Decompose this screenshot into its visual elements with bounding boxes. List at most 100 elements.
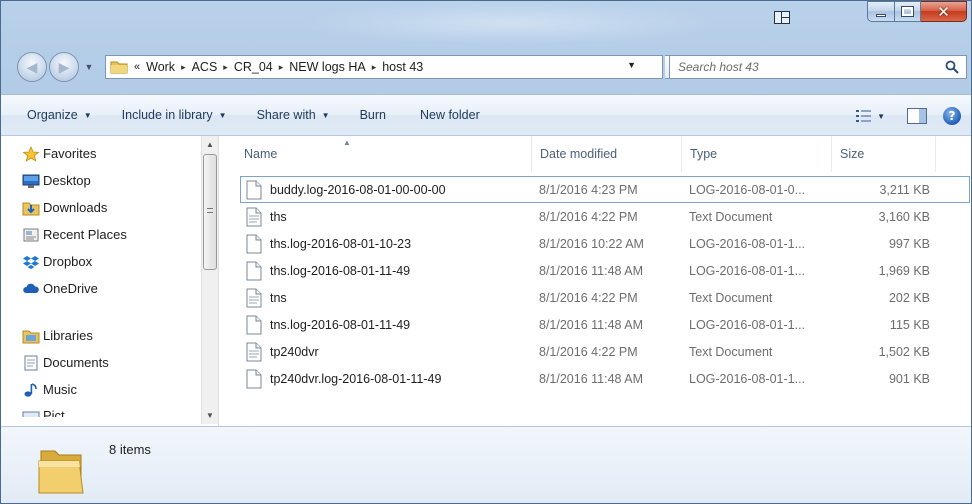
breadcrumb-separator-icon[interactable]: ▸: [279, 62, 284, 73]
nav-item-dropbox[interactable]: Dropbox: [1, 248, 201, 275]
breadcrumb-separator-icon[interactable]: ▸: [181, 62, 186, 73]
file-icon: [246, 261, 262, 280]
file-name: tp240dvr: [270, 344, 319, 359]
file-date: 8/1/2016 11:48 AM: [539, 317, 644, 332]
downloads-folder-icon: [22, 202, 40, 216]
file-date: 8/1/2016 4:22 PM: [539, 344, 638, 359]
table-row[interactable]: ths.log-2016-08-01-11-49 8/1/2016 11:48 …: [240, 257, 970, 284]
forward-button[interactable]: ▶: [49, 52, 79, 82]
minimize-button[interactable]: [867, 1, 895, 22]
view-dropdown-icon[interactable]: ▼: [877, 112, 885, 121]
file-name: tns: [270, 290, 287, 305]
chevron-down-icon: ▼: [218, 110, 227, 120]
file-name: ths.log-2016-08-01-11-49: [270, 263, 411, 278]
minimize-icon: [876, 13, 886, 17]
breadcrumb-item-cr04[interactable]: CR_04: [234, 60, 273, 74]
table-row[interactable]: buddy.log-2016-08-01-00-00-00 8/1/2016 4…: [240, 176, 970, 203]
documents-icon: [24, 355, 38, 371]
scrollbar-thumb[interactable]: [203, 154, 217, 270]
table-row[interactable]: tp240dvr 8/1/2016 4:22 PM Text Document …: [240, 338, 970, 365]
burn-label: Burn: [359, 108, 386, 122]
file-date: 8/1/2016 10:22 AM: [539, 236, 644, 251]
nav-item-recent-places[interactable]: Recent Places: [1, 221, 201, 248]
nav-item-downloads[interactable]: Downloads: [1, 194, 201, 221]
burn-button[interactable]: Burn: [352, 101, 394, 129]
breadcrumb: « Work ▸ ACS ▸ CR_04 ▸ NEW logs HA ▸ hos…: [134, 60, 423, 74]
music-note-icon: [24, 383, 37, 397]
text-document-icon: [246, 207, 262, 226]
desktop-icon: [22, 174, 40, 188]
recent-pages-dropdown[interactable]: ▼: [83, 61, 95, 73]
column-header-size[interactable]: Size: [832, 136, 936, 172]
breadcrumb-item-acs[interactable]: ACS: [192, 60, 218, 74]
close-button[interactable]: ✕: [921, 1, 967, 22]
navigation-tree: Favorites Desktop Downloads Recent Place…: [1, 140, 201, 417]
file-size: 115 KB: [889, 317, 930, 332]
nav-label: Downloads: [43, 200, 108, 215]
include-in-library-button[interactable]: Include in library ▼: [114, 101, 235, 129]
file-name: ths: [270, 209, 287, 224]
column-label: Date modified: [540, 147, 618, 161]
column-header-date-modified[interactable]: Date modified: [532, 136, 682, 172]
table-row[interactable]: ths 8/1/2016 4:22 PM Text Document 3,160…: [240, 203, 970, 230]
preview-pane-icon[interactable]: [907, 108, 927, 124]
breadcrumb-item-work[interactable]: Work: [146, 60, 175, 74]
file-type: LOG-2016-08-01-0...: [689, 182, 806, 197]
file-rows: buddy.log-2016-08-01-00-00-00 8/1/2016 4…: [240, 176, 970, 392]
file-type: LOG-2016-08-01-1...: [689, 371, 806, 386]
breadcrumb-separator-icon[interactable]: ▸: [223, 62, 228, 73]
nav-item-desktop[interactable]: Desktop: [1, 167, 201, 194]
table-row[interactable]: tp240dvr.log-2016-08-01-11-49 8/1/2016 1…: [240, 365, 970, 392]
nav-item-documents[interactable]: Documents: [1, 349, 201, 376]
search-icon[interactable]: [944, 59, 960, 75]
text-document-icon: [246, 342, 262, 361]
search-box[interactable]: [669, 55, 967, 79]
nav-label: Desktop: [43, 173, 91, 188]
help-icon[interactable]: ?: [943, 107, 961, 125]
view-options-icon[interactable]: [855, 109, 873, 123]
title-bar[interactable]: ✕: [1, 1, 971, 45]
scroll-up-icon[interactable]: ▲: [202, 136, 218, 153]
content-area: Favorites Desktop Downloads Recent Place…: [1, 136, 971, 426]
navigation-scrollbar[interactable]: ▲ ▼: [201, 136, 218, 424]
snap-layout-icon[interactable]: [769, 7, 795, 27]
organize-button[interactable]: Organize ▼: [19, 101, 100, 129]
table-row[interactable]: tns 8/1/2016 4:22 PM Text Document 202 K…: [240, 284, 970, 311]
item-count: 8 items: [109, 442, 151, 457]
column-label: Type: [690, 147, 718, 161]
scroll-down-icon[interactable]: ▼: [202, 407, 218, 424]
nav-label: Pict...: [43, 407, 76, 418]
table-row[interactable]: ths.log-2016-08-01-10-23 8/1/2016 10:22 …: [240, 230, 970, 257]
file-icon: [246, 315, 262, 334]
column-header-type[interactable]: Type: [682, 136, 832, 172]
file-size: 3,211 KB: [879, 182, 930, 197]
breadcrumb-separator-icon[interactable]: ▸: [372, 62, 377, 73]
breadcrumb-overflow[interactable]: «: [134, 61, 140, 73]
maximize-button[interactable]: [895, 1, 921, 22]
table-row[interactable]: tns.log-2016-08-01-11-49 8/1/2016 11:48 …: [240, 311, 970, 338]
nav-item-music[interactable]: Music: [1, 376, 201, 403]
column-headers: ▲ Name Date modified Type Size: [236, 136, 966, 172]
nav-item-onedrive[interactable]: OneDrive: [1, 275, 201, 302]
file-name: buddy.log-2016-08-01-00-00-00: [270, 182, 446, 197]
dropbox-icon: [23, 256, 39, 269]
address-history-dropdown[interactable]: ▼: [627, 60, 636, 70]
nav-label: Recent Places: [43, 227, 127, 242]
new-folder-button[interactable]: New folder: [412, 101, 488, 129]
arrow-left-icon: ◀: [26, 58, 38, 75]
command-bar: Organize ▼ Include in library ▼ Share with…: [1, 94, 971, 136]
organize-label: Organize: [27, 108, 78, 122]
nav-item-pictures[interactable]: Pict...: [1, 403, 201, 417]
window-controls: ✕: [867, 1, 967, 22]
share-with-button[interactable]: Share with ▼: [249, 101, 338, 129]
breadcrumb-item-new-logs-ha[interactable]: NEW logs HA: [289, 60, 365, 74]
nav-item-libraries[interactable]: Libraries: [1, 322, 201, 349]
address-bar[interactable]: « Work ▸ ACS ▸ CR_04 ▸ NEW logs HA ▸ hos…: [105, 55, 663, 79]
nav-item-favorites[interactable]: Favorites: [1, 140, 201, 167]
chevron-down-icon: ▼: [321, 110, 330, 120]
column-header-name[interactable]: ▲ Name: [236, 136, 532, 172]
search-input[interactable]: [678, 60, 938, 74]
breadcrumb-item-host-43[interactable]: host 43: [382, 60, 423, 74]
back-button[interactable]: ◀: [17, 52, 47, 82]
column-label: Size: [840, 147, 865, 161]
